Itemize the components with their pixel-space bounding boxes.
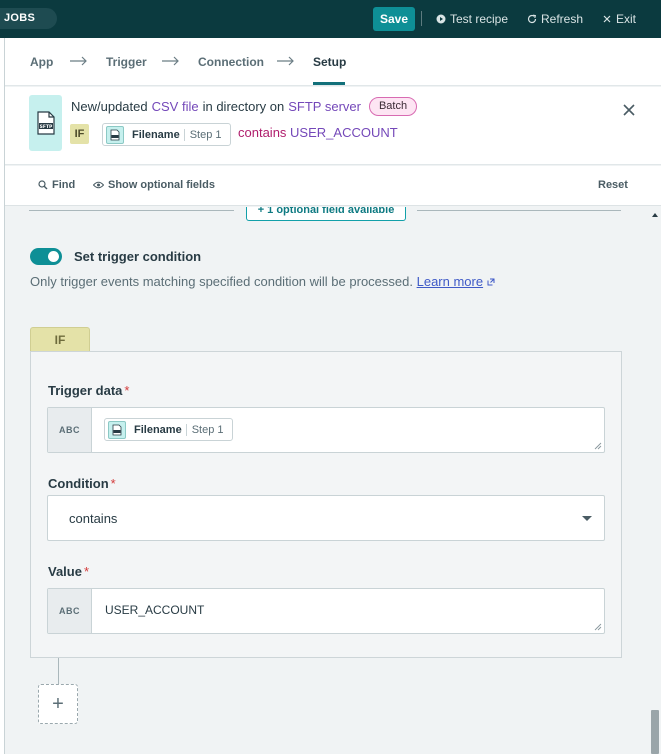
wizard-steps: App Trigger Connection Setup — [5, 38, 661, 86]
toggle-knob — [48, 251, 59, 262]
required-mark: * — [124, 383, 130, 398]
condition-operator: contains — [238, 125, 287, 140]
eye-icon — [93, 181, 104, 189]
required-mark: * — [83, 564, 90, 579]
arrow-right-icon — [277, 56, 294, 66]
description-mid: in directory on — [202, 99, 285, 114]
learn-more-label: Learn more — [416, 274, 484, 289]
scroll-up-icon[interactable] — [652, 213, 658, 217]
abc-type-badge: ABC — [48, 408, 92, 452]
refresh-button[interactable]: Refresh — [527, 11, 583, 27]
find-label: Find — [52, 179, 76, 191]
pill-name: Filename — [132, 128, 180, 141]
sftp-server-link[interactable]: SFTP server — [288, 99, 361, 114]
external-link-icon — [487, 278, 495, 286]
show-optional-fields-button[interactable]: Show optional fields — [93, 179, 215, 191]
exit-label: Exit — [616, 12, 637, 26]
chevron-down-icon — [582, 516, 592, 521]
required-mark: * — [110, 476, 116, 491]
trigger-condition-label: Set trigger condition — [74, 249, 202, 264]
toolbar-separator — [421, 11, 422, 26]
refresh-icon — [527, 14, 537, 24]
optional-field-button[interactable]: + 1 optional field available — [246, 207, 406, 221]
divider — [29, 210, 234, 211]
batch-badge: Batch — [368, 97, 418, 116]
recipe-step-panel: App Trigger Connection Setup SFTP New/up… — [4, 38, 661, 754]
find-button[interactable]: Find — [38, 179, 75, 191]
sftp-file-icon: SFTP — [29, 95, 62, 151]
condition-value: USER_ACCOUNT — [290, 125, 398, 140]
pill-step: Step 1 — [183, 128, 230, 141]
condition-label-text: Condition — [48, 476, 109, 491]
jobs-label: JOBS — [4, 12, 36, 24]
trigger-description: New/updated CSV file in directory on SFT… — [71, 97, 418, 116]
if-tab: IF — [30, 327, 90, 352]
test-recipe-button[interactable]: Test recipe — [436, 11, 508, 27]
close-icon[interactable] — [621, 102, 637, 118]
filename-datapill: Filename Step 1 — [102, 123, 231, 146]
close-icon — [603, 15, 611, 23]
trigger-data-label: Trigger data * — [48, 383, 129, 398]
step-trigger[interactable]: Trigger — [106, 55, 147, 69]
divider — [417, 210, 621, 211]
resize-handle-icon[interactable] — [594, 623, 602, 631]
connector-line — [58, 658, 59, 684]
pill-step: Step 1 — [185, 423, 232, 436]
condition-select[interactable]: contains — [47, 495, 605, 541]
value-field[interactable]: ABC USER_ACCOUNT — [47, 588, 605, 634]
setup-form: + 1 optional field available Set trigger… — [5, 207, 661, 754]
field-tools: Find Show optional fields Reset — [5, 166, 661, 206]
search-icon — [38, 180, 48, 190]
sftp-file-icon — [108, 420, 126, 439]
value-label-text: Value — [48, 564, 82, 579]
resize-handle-icon[interactable] — [594, 442, 602, 450]
scrollbar[interactable] — [649, 207, 661, 754]
abc-type-badge: ABC — [48, 589, 92, 633]
arrow-right-icon — [70, 56, 87, 66]
sftp-file-icon — [106, 125, 124, 144]
top-toolbar: JOBS Save Test recipe Refresh Exit — [0, 0, 661, 38]
show-optional-label: Show optional fields — [108, 179, 215, 191]
save-button[interactable]: Save — [373, 7, 415, 31]
trigger-condition-toggle[interactable] — [30, 248, 62, 265]
if-badge: IF — [70, 124, 89, 144]
trigger-data-label-text: Trigger data — [48, 383, 123, 398]
pill-name: Filename — [134, 423, 182, 436]
csv-file-link[interactable]: CSV file — [152, 99, 199, 114]
exit-button[interactable]: Exit — [602, 11, 636, 27]
svg-text:SFTP: SFTP — [39, 124, 52, 130]
step-setup[interactable]: Setup — [313, 55, 346, 69]
condition-select-value: contains — [69, 511, 118, 526]
reset-button[interactable]: Reset — [598, 179, 628, 191]
add-condition-button[interactable]: + — [38, 684, 78, 724]
refresh-label: Refresh — [541, 12, 584, 26]
step-connection[interactable]: Connection — [198, 55, 264, 69]
condition-summary: contains USER_ACCOUNT — [238, 125, 398, 140]
description-prefix: New/updated — [71, 99, 148, 114]
test-recipe-label: Test recipe — [450, 12, 509, 26]
filename-datapill[interactable]: Filename Step 1 — [104, 418, 233, 441]
condition-hint: Only trigger events matching specified c… — [30, 274, 495, 289]
learn-more-link[interactable]: Learn more — [417, 274, 483, 289]
condition-label: Condition * — [48, 476, 116, 491]
trigger-data-field[interactable]: ABC Filename Step 1 — [47, 407, 605, 453]
jobs-tab[interactable]: JOBS — [0, 8, 57, 29]
active-step-indicator — [313, 82, 345, 85]
hint-text: Only trigger events matching specified c… — [30, 274, 413, 289]
trigger-summary: SFTP New/updated CSV file in directory o… — [5, 87, 661, 165]
value-label: Value * — [48, 564, 89, 579]
play-circle-icon — [436, 14, 446, 24]
value-input-text: USER_ACCOUNT — [105, 603, 205, 617]
scrollbar-thumb[interactable] — [651, 710, 659, 754]
step-app[interactable]: App — [30, 55, 53, 69]
arrow-right-icon — [162, 56, 179, 66]
condition-block: Trigger data * ABC Filename Step 1 Condit… — [30, 351, 622, 658]
